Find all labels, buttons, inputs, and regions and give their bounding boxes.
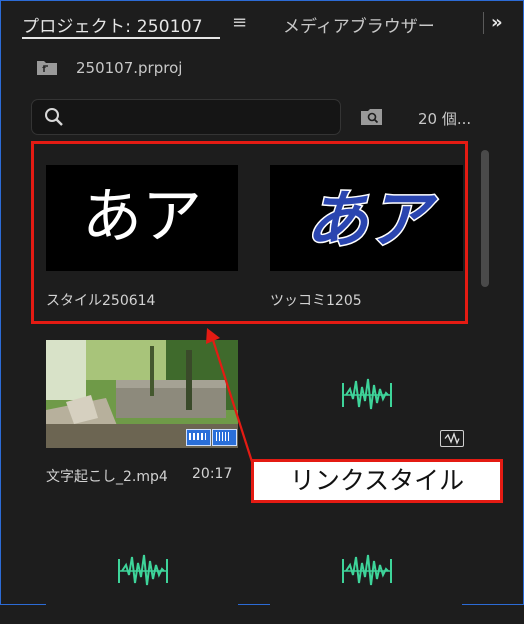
annotation-callout: リンクスタイル: [251, 459, 503, 503]
annotation-arrow: [206, 328, 256, 469]
